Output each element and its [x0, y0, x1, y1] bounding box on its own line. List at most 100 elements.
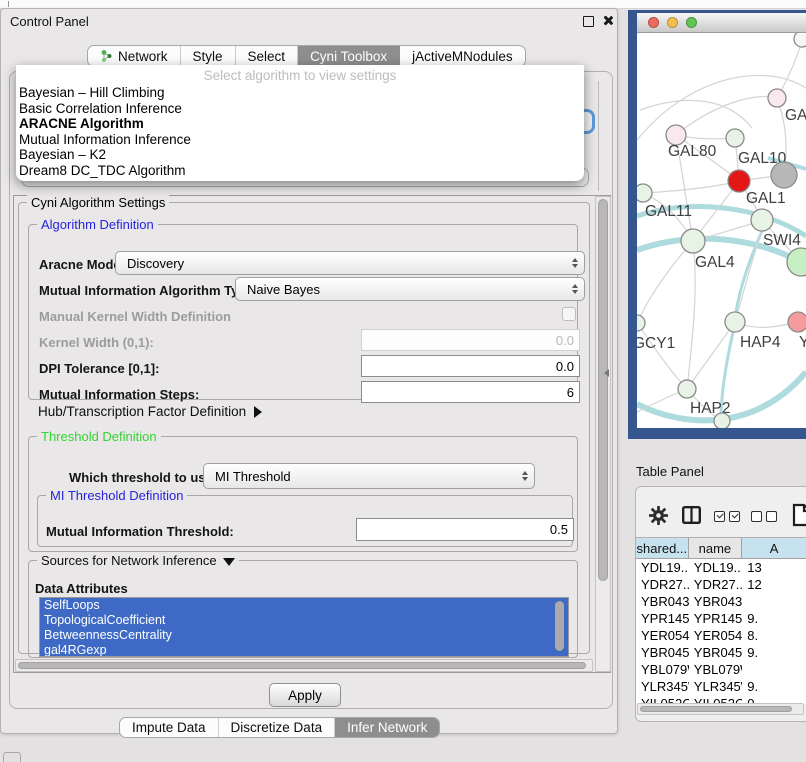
network-node-gal80[interactable]: [666, 125, 686, 145]
table-cell[interactable]: YBR045C: [636, 644, 689, 661]
list-scrollbar-thumb[interactable]: [555, 601, 564, 651]
tab-jactivemnodules[interactable]: jActiveMNodules: [400, 46, 525, 66]
algorithm-option-aracne-algorithm[interactable]: ARACNE Algorithm: [16, 116, 584, 132]
window-zoom-button[interactable]: [686, 17, 697, 28]
float-panel-icon[interactable]: [583, 16, 594, 27]
settings-gear-icon[interactable]: [648, 505, 669, 531]
network-node-swi4[interactable]: [751, 209, 773, 231]
network-node-gal1[interactable]: [728, 170, 750, 192]
expand-arrow-icon[interactable]: [254, 406, 262, 418]
table-cell[interactable]: YBL079W: [689, 661, 742, 678]
show-columns-icon[interactable]: [714, 511, 740, 522]
mi-steps-input[interactable]: 6: [361, 381, 580, 403]
network-node-hap4[interactable]: [725, 312, 745, 332]
attribute-item-gal4rgexp[interactable]: gal4RGexp: [40, 643, 568, 657]
panel-collapse-arrow[interactable]: [604, 369, 609, 377]
network-node-gal11[interactable]: [637, 184, 652, 202]
network-node[interactable]: [771, 162, 797, 188]
table-cell[interactable]: YPR145W: [636, 610, 689, 627]
tab-cyni-toolbox[interactable]: Cyni Toolbox: [298, 46, 400, 66]
network-node[interactable]: [787, 248, 806, 276]
table-row[interactable]: YBR043CYBR043C: [636, 593, 806, 610]
network-node-hap2[interactable]: [678, 380, 696, 398]
table-cell[interactable]: [742, 593, 806, 610]
tab-discretize-data[interactable]: Discretize Data: [219, 718, 336, 737]
tab-infer-network[interactable]: Infer Network: [335, 718, 439, 737]
table-cell[interactable]: YER054C: [636, 627, 689, 644]
algorithm-option-dream8-dc-tdc-algorithm[interactable]: Dream8 DC_TDC Algorithm: [16, 163, 584, 179]
attribute-item-topologicalcoefficient[interactable]: TopologicalCoefficient: [40, 613, 568, 628]
network-node[interactable]: [794, 33, 806, 47]
table-cell[interactable]: YPR145W: [689, 610, 742, 627]
tab-style[interactable]: Style: [181, 46, 236, 66]
network-node-gcy1[interactable]: [637, 315, 645, 331]
data-attributes-list[interactable]: SelfLoopsTopologicalCoefficientBetweenne…: [39, 597, 569, 657]
table-cell[interactable]: YLR345W: [636, 678, 689, 695]
network-window-titlebar[interactable]: [637, 13, 806, 33]
table-cell[interactable]: 12: [742, 576, 806, 593]
table-row[interactable]: YBL079WYBL079W: [636, 661, 806, 678]
table-cell[interactable]: [742, 661, 806, 678]
table-cell[interactable]: YLR345W: [689, 678, 742, 695]
split-panel-icon[interactable]: [682, 506, 701, 529]
table-row[interactable]: YBR045CYBR045C9.: [636, 644, 806, 661]
network-node-gal10[interactable]: [726, 129, 744, 147]
window-minimize-button[interactable]: [667, 17, 678, 28]
table-cell[interactable]: YBR045C: [689, 644, 742, 661]
algorithm-option-bayesian-hill-climbing[interactable]: Bayesian – Hill Climbing: [16, 85, 584, 101]
attribute-item-betweennesscentrality[interactable]: BetweennessCentrality: [40, 628, 568, 643]
network-node-y[interactable]: [788, 312, 806, 332]
table-cell[interactable]: YDR27...: [636, 576, 689, 593]
table-cell[interactable]: 13: [742, 559, 806, 576]
algorithm-option-bayesian-k2[interactable]: Bayesian – K2: [16, 147, 584, 163]
table-cell[interactable]: 9.: [742, 644, 806, 661]
tab-impute-data[interactable]: Impute Data: [120, 718, 219, 737]
collapse-arrow-icon[interactable]: [223, 558, 235, 566]
dpi-tolerance-input[interactable]: 0.0: [361, 355, 580, 377]
algorithm-option-basic-correlation-inference[interactable]: Basic Correlation Inference: [16, 101, 584, 117]
tab-network[interactable]: Network: [88, 46, 181, 66]
attribute-item-selfloops[interactable]: SelfLoops: [40, 598, 568, 613]
settings-horizontal-thumb[interactable]: [18, 662, 586, 669]
table-cell[interactable]: YBL079W: [636, 661, 689, 678]
new-table-file-icon[interactable]: [792, 503, 806, 532]
network-node-gal[interactable]: [768, 89, 786, 107]
network-node[interactable]: [714, 413, 730, 428]
aracne-mode-select[interactable]: Discovery: [115, 251, 585, 275]
hide-columns-icon[interactable]: [751, 511, 777, 522]
table-row[interactable]: YER054CYER054C8.: [636, 627, 806, 644]
hide-panel-grip[interactable]: [3, 752, 21, 762]
table-cell[interactable]: YDL19...: [689, 559, 742, 576]
settings-vertical-scrollbar[interactable]: [595, 196, 611, 672]
column-header-a[interactable]: A: [742, 538, 806, 559]
sources-title[interactable]: Sources for Network Inference: [37, 553, 239, 568]
network-node-gal4[interactable]: [681, 229, 705, 253]
network-canvas[interactable]: GALGAL80GAL10GAL1GAL11SWI4GAL4GCY1HAP4YH…: [637, 33, 806, 428]
column-header-name[interactable]: name: [689, 538, 742, 559]
table-cell[interactable]: YBR043C: [689, 593, 742, 610]
hub-definition-toggle[interactable]: Hub/Transcription Factor Definition: [38, 404, 262, 419]
table-row[interactable]: YLR345WYLR345W9.: [636, 678, 806, 695]
algorithm-option-mutual-information-inference[interactable]: Mutual Information Inference: [16, 132, 584, 148]
table-horizontal-thumb[interactable]: [640, 706, 792, 712]
tab-select[interactable]: Select: [236, 46, 299, 66]
close-panel-icon[interactable]: [602, 15, 613, 26]
manual-kernel-width-checkbox[interactable]: [562, 307, 576, 321]
table-cell[interactable]: YDL19...: [636, 559, 689, 576]
table-row[interactable]: YPR145WYPR145W9.: [636, 610, 806, 627]
node-attribute-table[interactable]: shared...nameAYDL19...YDL19...13YDR27...…: [635, 537, 806, 704]
settings-vertical-thumb[interactable]: [598, 199, 608, 581]
mi-threshold-input[interactable]: 0.5: [356, 518, 574, 541]
table-cell[interactable]: YER054C: [689, 627, 742, 644]
column-header-shared-[interactable]: shared...: [636, 538, 689, 559]
settings-horizontal-scrollbar[interactable]: [15, 659, 593, 672]
table-cell[interactable]: 8.: [742, 627, 806, 644]
table-cell[interactable]: 9.: [742, 678, 806, 695]
apply-button[interactable]: Apply: [269, 683, 341, 707]
window-close-button[interactable]: [648, 17, 659, 28]
table-row[interactable]: YDR27...YDR27...12: [636, 576, 806, 593]
table-cell[interactable]: YBR043C: [636, 593, 689, 610]
table-cell[interactable]: YDR27...: [689, 576, 742, 593]
table-cell[interactable]: 9.: [742, 610, 806, 627]
table-horizontal-scrollbar[interactable]: [637, 703, 804, 715]
